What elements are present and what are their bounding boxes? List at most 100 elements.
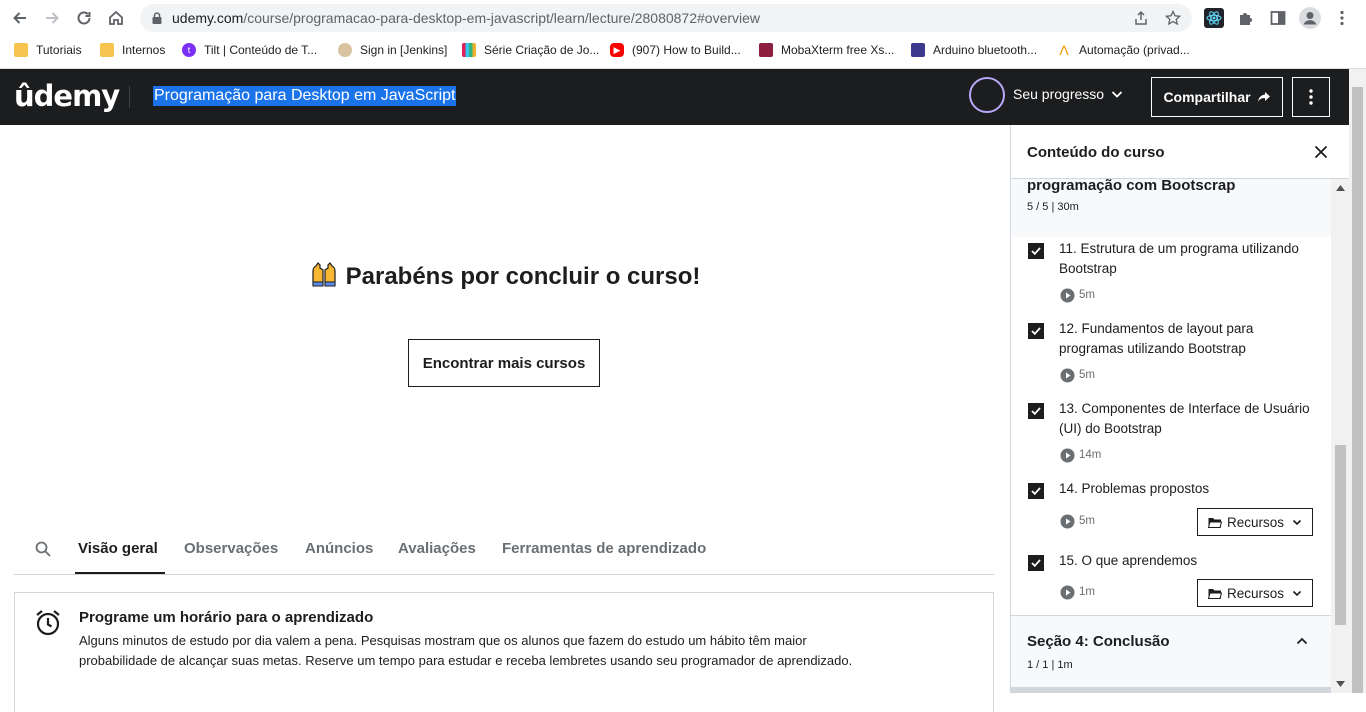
completed-checkbox[interactable] — [1028, 243, 1044, 259]
sidebar-header: Conteúdo do curso — [1011, 125, 1349, 179]
search-icon[interactable] — [34, 540, 52, 558]
mobaxterm-icon — [759, 43, 773, 57]
section-conclusion[interactable]: Seção 4: Conclusão 1 / 1 | 1m — [1011, 615, 1331, 693]
lecture-title[interactable]: 14. Problemas propostos — [1059, 479, 1319, 499]
page-scrollbar[interactable] — [1349, 69, 1366, 693]
browser-chrome: udemy.com/course/programacao-para-deskto… — [0, 0, 1366, 69]
checkmark-icon — [1031, 487, 1041, 495]
find-more-courses-button[interactable]: Encontrar mais cursos — [408, 339, 600, 387]
reminder-title: Programe um horário para o aprendizado — [79, 609, 374, 626]
forward-icon[interactable] — [40, 6, 64, 30]
share-button-label: Compartilhar — [1163, 89, 1251, 105]
lecture-tabs: Visão geral Observações Anúncios Avaliaç… — [14, 523, 994, 575]
section-meta: 1 / 1 | 1m — [1027, 659, 1073, 671]
home-icon[interactable] — [104, 6, 128, 30]
lecture-title[interactable]: 12. Fundamentos de layout para programas… — [1059, 319, 1319, 359]
learning-reminder-card: Programe um horário para o aprendizado A… — [14, 592, 994, 712]
checkmark-icon — [1031, 327, 1041, 335]
main-content: Parabéns por concluir o curso! Encontrar… — [0, 125, 1010, 712]
tab-reviews[interactable]: Avaliações — [398, 540, 476, 557]
slack-icon — [462, 43, 476, 57]
bookmark-arduino[interactable]: Arduino bluetooth... — [911, 41, 1037, 59]
scroll-up-arrow-icon[interactable] — [1336, 185, 1345, 191]
bookmark-serie[interactable]: Série Criação de Jo... — [462, 41, 599, 59]
section-title[interactable]: Seção 4: Conclusão — [1027, 633, 1170, 650]
bookmark-tutoriais[interactable]: Tutoriais — [14, 41, 82, 59]
side-panel-icon[interactable] — [1266, 6, 1290, 30]
resources-label: Recursos — [1226, 514, 1285, 530]
youtube-icon: ▶ — [610, 43, 624, 57]
lecture-duration: 5m — [1079, 369, 1095, 381]
lecture-item[interactable]: 11. Estrutura de um programa utilizando … — [1011, 241, 1331, 321]
tab-overview[interactable]: Visão geral — [78, 540, 158, 557]
bookmarks-bar: Tutoriais Internos t Tilt | Conteúdo de T… — [0, 38, 1366, 62]
chevron-down-icon — [1292, 519, 1302, 526]
resources-button[interactable]: Recursos — [1197, 508, 1313, 536]
url-text: udemy.com/course/programacao-para-deskto… — [172, 10, 761, 26]
close-icon[interactable] — [1313, 144, 1329, 160]
reload-icon[interactable] — [72, 6, 96, 30]
section-meta: 5 / 5 | 30m — [1027, 201, 1079, 213]
header-divider — [129, 86, 130, 108]
resources-button[interactable]: Recursos — [1197, 579, 1313, 607]
section-divider — [1011, 687, 1331, 693]
sidebar-scroll-thumb[interactable] — [1335, 445, 1346, 625]
course-header: ûdemy Programação para Desktop em JavaSc… — [0, 69, 1349, 125]
bookmark-youtube[interactable]: ▶ (907) How to Build... — [610, 41, 741, 59]
back-icon[interactable] — [8, 6, 32, 30]
bookmark-internos[interactable]: Internos — [100, 41, 165, 59]
extensions-icon[interactable] — [1234, 6, 1258, 30]
section-title[interactable]: programação com Bootscrap — [1027, 177, 1235, 194]
lecture-title[interactable]: 13. Componentes de Interface de Usuário … — [1059, 399, 1319, 439]
progress-ring[interactable] — [969, 77, 1005, 113]
scroll-down-arrow-icon[interactable] — [1336, 681, 1345, 687]
lecture-item[interactable]: 13. Componentes de Interface de Usuário … — [1011, 401, 1331, 481]
browser-menu-icon[interactable] — [1330, 6, 1354, 30]
tab-notes[interactable]: Observações — [184, 540, 278, 557]
video-play-icon — [1060, 585, 1075, 600]
checkmark-icon — [1031, 407, 1041, 415]
address-bar[interactable]: udemy.com/course/programacao-para-deskto… — [140, 4, 1192, 32]
lecture-item[interactable]: 12. Fundamentos de layout para programas… — [1011, 321, 1331, 401]
arduino-icon — [911, 43, 925, 57]
video-play-icon — [1060, 288, 1075, 303]
checkmark-icon — [1031, 247, 1041, 255]
bookmark-automacao[interactable]: Λ Automação (privad... — [1057, 41, 1189, 59]
progress-label[interactable]: Seu progresso — [1013, 86, 1104, 102]
chevron-up-icon[interactable] — [1295, 634, 1309, 648]
profile-avatar-icon[interactable] — [1298, 6, 1322, 30]
lecture-item[interactable]: 15. O que aprendemos 1m Recursos — [1011, 553, 1331, 615]
page-scroll-thumb[interactable] — [1352, 87, 1363, 693]
lecture-title[interactable]: 15. O que aprendemos — [1059, 551, 1319, 571]
video-play-icon — [1060, 514, 1075, 529]
course-title[interactable]: Programação para Desktop em JavaScript — [153, 86, 457, 106]
lecture-item[interactable]: 14. Problemas propostos 5m Recursos — [1011, 481, 1331, 553]
tab-learning-tools[interactable]: Ferramentas de aprendizado — [502, 540, 706, 557]
bookmark-jenkins[interactable]: Sign in [Jenkins] — [338, 41, 447, 59]
share-button[interactable]: Compartilhar — [1151, 77, 1283, 117]
completed-checkbox[interactable] — [1028, 403, 1044, 419]
bookmark-star-icon[interactable] — [1164, 9, 1182, 27]
udemy-logo[interactable]: ûdemy — [14, 79, 120, 113]
chevron-down-icon — [1292, 590, 1302, 597]
react-devtools-icon[interactable] — [1202, 6, 1226, 30]
more-options-button[interactable] — [1292, 77, 1330, 117]
video-play-icon — [1060, 368, 1075, 383]
active-tab-indicator — [75, 572, 165, 574]
chevron-down-icon[interactable] — [1110, 87, 1124, 101]
sidebar-scrollbar[interactable] — [1331, 179, 1349, 693]
completed-checkbox[interactable] — [1028, 555, 1044, 571]
lecture-title[interactable]: 11. Estrutura de um programa utilizando … — [1059, 239, 1319, 279]
resources-label: Recursos — [1226, 585, 1285, 601]
bookmark-mobaxterm[interactable]: MobaXterm free Xs... — [759, 41, 894, 59]
reminder-text: Alguns minutos de estudo por dia valem a… — [79, 633, 853, 668]
tilt-icon: t — [182, 43, 196, 57]
sidebar-title: Conteúdo do curso — [1027, 144, 1165, 161]
bookmark-tilt[interactable]: t Tilt | Conteúdo de T... — [182, 41, 317, 59]
alarm-clock-icon — [36, 610, 60, 636]
tab-announcements[interactable]: Anúncios — [305, 540, 373, 557]
share-page-icon[interactable] — [1132, 9, 1150, 27]
completed-checkbox[interactable] — [1028, 483, 1044, 499]
completed-checkbox[interactable] — [1028, 323, 1044, 339]
folder-open-icon — [1207, 517, 1222, 528]
